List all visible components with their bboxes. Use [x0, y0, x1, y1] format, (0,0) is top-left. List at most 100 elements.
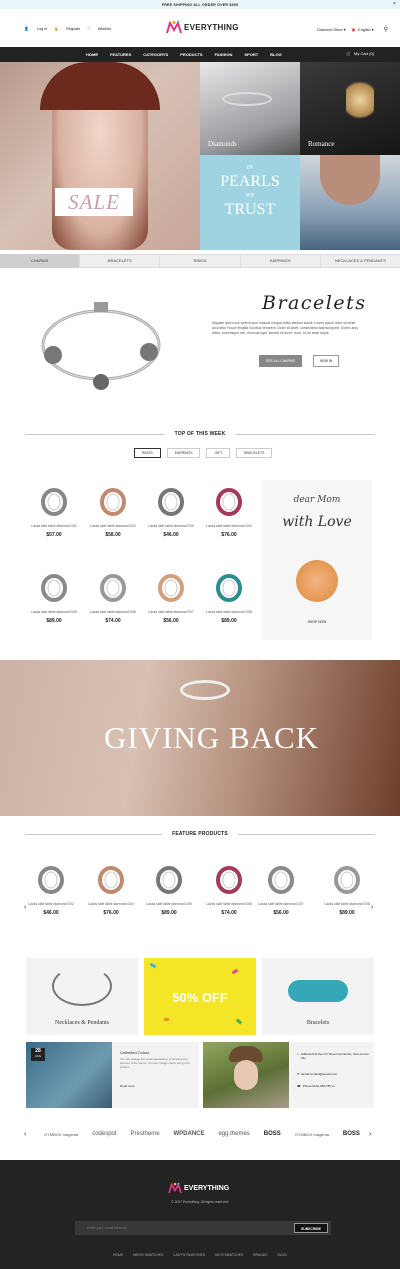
product-card[interactable]: Lacks side table diamond D03 $46.00 [142, 480, 200, 538]
bracelet-image [41, 302, 161, 390]
nav-products[interactable]: PRODUCTS [180, 52, 202, 57]
category-tabs: CHARMS BRACELETS RINGS EARRINGS NECKLACE… [0, 254, 400, 268]
user-icon: 👤 [24, 27, 29, 31]
logo[interactable]: EVERYTHING [166, 20, 239, 34]
shop-now-link[interactable]: SHOP NOW [262, 620, 372, 624]
tab-charms[interactable]: CHARMS [0, 254, 81, 268]
brand-logo[interactable]: GYMBOX magenta [44, 1132, 78, 1137]
product-card[interactable]: Lacks side table diamond D06 $74.00 [200, 858, 258, 916]
confetti [149, 962, 157, 969]
brands-prev-icon[interactable]: ‹ [24, 1131, 26, 1138]
brands-next-icon[interactable]: › [369, 1131, 371, 1138]
product-card[interactable]: Lacks side table diamond D08 $89.00 [318, 858, 376, 916]
brand-logo[interactable]: BOSS [264, 1131, 281, 1137]
feature-title: Bracelets [262, 292, 367, 314]
product-card[interactable]: Lacks side table diamond D08 $89.00 [200, 566, 258, 624]
footer-link-brands[interactable]: BRANDS [253, 1253, 267, 1257]
login-link[interactable]: Log In [37, 27, 48, 31]
topbar-text: FREE SHIPPING ALL ORDER OVER $399 [161, 2, 239, 7]
product-name: Lacks side table diamond D08 [324, 902, 370, 906]
product-card[interactable]: Lacks side table diamond D07 $56.00 [252, 858, 310, 916]
product-image [156, 866, 182, 894]
product-card[interactable]: Lacks side table diamond D05 $89.00 [140, 858, 198, 916]
nav-features[interactable]: FEATURES [110, 52, 131, 57]
close-icon[interactable]: × [393, 1, 396, 7]
brand-logo[interactable]: GYMBOX magenta [295, 1132, 329, 1137]
product-card[interactable]: Lacks side table diamond D04 $76.00 [82, 858, 140, 916]
filter-rings[interactable]: RINGS [134, 448, 161, 458]
product-price: $76.00 [221, 532, 237, 538]
hero-diamonds-tile[interactable]: Diamonds [200, 62, 300, 155]
product-card[interactable]: Lacks side table diamond D05 $89.00 [25, 566, 83, 624]
language-select[interactable]: English ▾ [358, 27, 373, 32]
product-image [268, 866, 294, 894]
feature-text: Aliquam quis risus viverra sum masuat co… [212, 321, 359, 335]
brand-logo[interactable]: egg.themes [218, 1131, 249, 1137]
brand-logo[interactable]: BOSS [343, 1131, 360, 1137]
product-card[interactable]: Lacks side table diamond D04 $76.00 [200, 480, 258, 538]
blog-image[interactable]: 28 AUG [26, 1042, 112, 1108]
product-card[interactable]: Lacks side table diamond D07 $56.00 [142, 566, 200, 624]
tab-necklaces[interactable]: NECKLACES & PENDANTS [321, 254, 400, 268]
footer-logo[interactable]: EVERYTHING [168, 1182, 229, 1194]
footer-link-ladys[interactable]: LADY'S SWATCHES [173, 1253, 205, 1257]
see-all-charms-button[interactable]: SEE ALL CHARMS [259, 355, 303, 367]
ring-image [180, 680, 230, 700]
cart[interactable]: 🛒 My Cart (0) [346, 51, 374, 56]
subscribe-button[interactable]: SUBSCRIBE [294, 1223, 328, 1233]
wishlist-link[interactable]: Wishlist [98, 27, 111, 31]
search-icon[interactable]: ⚲ [384, 26, 388, 33]
product-name: Lacks side table diamond D02 [90, 524, 136, 528]
product-name: Lacks side table diamond D08 [206, 610, 252, 614]
hero-model-tile[interactable] [300, 155, 400, 250]
blog-title[interactable]: Unlimited Colors [120, 1050, 149, 1055]
email-input[interactable] [75, 1221, 285, 1235]
footer-link-home[interactable]: HOME [113, 1253, 123, 1257]
hero-pearls-tile[interactable]: IN PEARLS WE TRUST [200, 155, 300, 250]
bracelets-promo[interactable]: Bracelets [262, 958, 374, 1035]
brand-logo[interactable]: codespot [92, 1131, 116, 1137]
hero-sale-banner[interactable]: SALE [0, 62, 200, 250]
footer-link-blog[interactable]: BLOG [278, 1253, 287, 1257]
newsletter-form: SUBSCRIBE [75, 1221, 331, 1235]
product-name: Lacks side table diamond D04 [206, 524, 252, 528]
footer-link-kids[interactable]: KID'S SWATCHES [215, 1253, 243, 1257]
register-link[interactable]: Register [66, 27, 80, 31]
store-select[interactable]: Diamond Store ▾ [317, 27, 345, 32]
brand-logo[interactable]: Prestheme [131, 1131, 160, 1137]
email[interactable]: ✉ Email:contact@amoid.com [297, 1072, 337, 1076]
hero-romance-tile[interactable]: Romance [300, 62, 400, 155]
main-nav: HOME FEATURES CATEGORYS PRODUCTS FASHION… [0, 47, 400, 62]
tab-earrings[interactable]: EARRINGS [241, 254, 321, 268]
product-card[interactable]: Lacks side table diamond D06 $74.00 [84, 566, 142, 624]
product-image [41, 574, 67, 602]
feature-products-heading: FEATURE PRODUCTS [25, 831, 376, 837]
nav-categorys[interactable]: CATEGORYS [143, 52, 168, 57]
tab-bracelets[interactable]: BRACELETS [80, 254, 161, 268]
nav-fashion[interactable]: FASHION [215, 52, 233, 57]
header: 👤 Log In 🔒 Register ♡ Wishlist EVERYTHING … [0, 9, 400, 47]
product-card[interactable]: Lacks side table diamond D01 $57.00 [25, 480, 83, 538]
product-card[interactable]: Lacks side table diamond D02 $58.00 [84, 480, 142, 538]
product-name: Lacks side table diamond D01 [31, 524, 77, 528]
sale-promo[interactable]: 50% OFF [144, 958, 256, 1035]
cart-label: My Cart (0) [354, 51, 374, 56]
giving-back-banner[interactable]: GIVING BACK [0, 660, 400, 816]
nav-sport[interactable]: SPORT [244, 52, 258, 57]
product-name: Lacks side table diamond D03 [148, 524, 194, 528]
contact-info: ⌖ Address:012 Son Dr Street Conrender, Na… [289, 1042, 374, 1108]
nav-blog[interactable]: BLOG [270, 52, 282, 57]
product-card[interactable]: Lacks side table diamond D02 $46.00 [22, 858, 80, 916]
necklaces-promo[interactable]: Necklaces & Pendants [26, 958, 138, 1035]
filter-earrings[interactable]: EARRINGS [166, 448, 201, 458]
footer-link-mens[interactable]: MEN'S SWATCHES [133, 1253, 163, 1257]
brand-logo[interactable]: WPDANCE [173, 1131, 204, 1137]
filter-bracelets[interactable]: BRACELETS [236, 448, 273, 458]
product-name: Lacks side table diamond D04 [88, 902, 134, 906]
new-in-button[interactable]: NEW IN [313, 355, 340, 367]
filter-gift[interactable]: GIFT [206, 448, 231, 458]
nav-home[interactable]: HOME [86, 52, 98, 57]
tab-rings[interactable]: RINGS [160, 254, 241, 268]
mom-promo[interactable]: dear Mom with Love SHOP NOW [262, 480, 372, 640]
read-more-link[interactable]: Read more [120, 1084, 135, 1088]
